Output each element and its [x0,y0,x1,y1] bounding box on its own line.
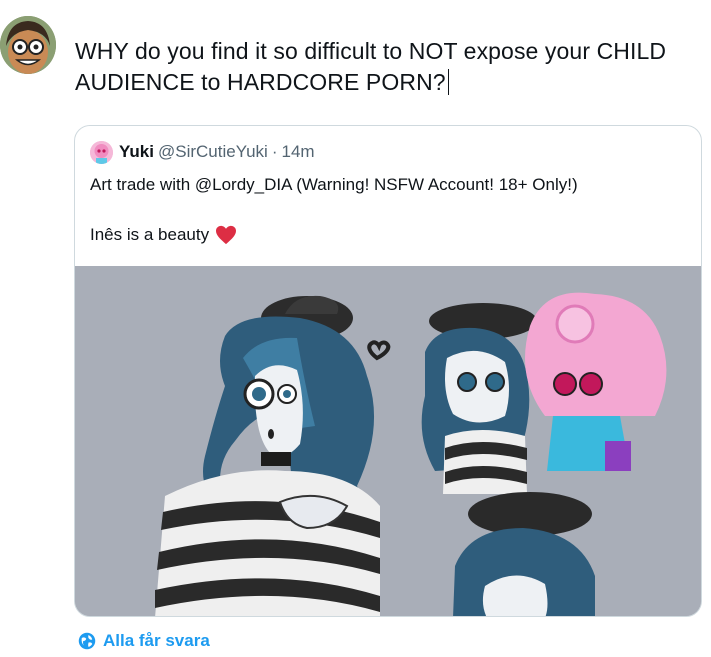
quoted-author-avatar [90,140,113,164]
quoted-author-name: Yuki [119,142,154,161]
quoted-tweet-image[interactable] [75,266,701,616]
text-caret [447,69,450,95]
separator-dot: · [271,142,278,161]
compose-textarea[interactable]: WHY do you find it so difficult to NOT e… [75,36,695,98]
quoted-tweet-text-line2: Inês is a beauty [90,224,237,246]
quoted-tweet-text-line1: Art trade with @Lordy_DIA (Warning! NSFW… [90,175,578,194]
heart-icon [216,225,237,245]
quoted-author-handle: @SirCutieYuki [157,142,268,161]
quoted-tweet-header: Yuki @SirCutieYuki · 14m [90,140,315,164]
globe-icon [78,632,96,650]
user-avatar[interactable] [0,16,56,74]
reply-setting-button[interactable]: Alla får svara [78,631,210,651]
quoted-tweet-time: 14m [281,142,315,161]
compose-text: WHY do you find it so difficult to NOT e… [75,38,667,95]
quoted-tweet-card[interactable]: Yuki @SirCutieYuki · 14m Art trade with … [74,125,702,617]
quoted-tweet-text-line2-label: Inês is a beauty [90,225,210,244]
reply-setting-label: Alla får svara [103,631,210,650]
